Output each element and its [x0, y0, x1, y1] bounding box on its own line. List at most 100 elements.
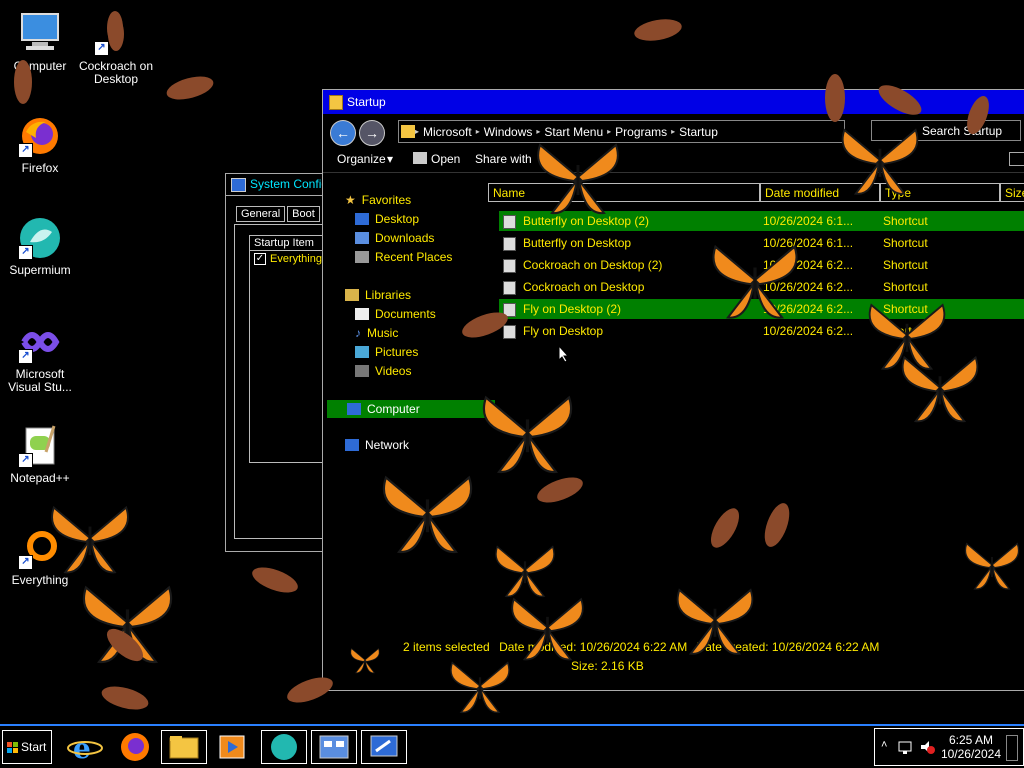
desktop-icon-label: Microsoft Visual Stu... — [8, 367, 72, 394]
computer-icon — [347, 403, 361, 415]
chevron-down-icon: ▾ — [387, 152, 394, 166]
cockroach-icon — [537, 477, 583, 503]
column-size[interactable]: Size — [1000, 183, 1024, 202]
cockroach-icon — [106, 628, 144, 662]
taskbar-control-panel[interactable] — [311, 730, 357, 764]
network-tray-icon[interactable] — [897, 739, 913, 755]
taskbar-firefox[interactable] — [112, 730, 158, 764]
open-button[interactable]: Open — [431, 152, 460, 166]
nav-network[interactable]: Network — [345, 438, 409, 452]
desktop-icon-visual-studio[interactable]: ↗ Microsoft Visual Stu... — [2, 318, 78, 394]
desktop-icon-notepadpp[interactable]: ↗ Notepad++ — [2, 422, 78, 485]
breadcrumb-microsoft[interactable]: Microsoft — [423, 125, 472, 139]
navigation-pane: ★ Favorites Desktop Downloads Recent Plac… — [323, 187, 495, 690]
shortcut-file-icon — [503, 259, 516, 273]
show-hidden-icons-chevron-icon[interactable]: ˄ — [881, 739, 887, 751]
cockroach-icon — [14, 60, 32, 104]
desktop-icon-label: Cockroach on Desktop — [78, 59, 154, 86]
taskbar-media-player[interactable] — [210, 730, 256, 764]
tab-boot[interactable]: Boot — [287, 206, 320, 222]
nav-documents[interactable]: Documents — [355, 307, 436, 321]
share-with-button[interactable]: Share with — [475, 152, 532, 166]
supermium-icon — [271, 734, 297, 760]
taskbar-file-explorer[interactable] — [161, 730, 207, 764]
file-explorer-icon — [169, 736, 199, 759]
shortcut-arrow-icon: ↗ — [18, 143, 33, 158]
butterfly-icon — [901, 355, 979, 423]
file-name: Cockroach on Desktop — [523, 280, 645, 294]
computer-icon — [16, 10, 64, 58]
music-icon: ♪ — [355, 326, 361, 340]
system-configuration-window[interactable]: System Configuration General Boot Startu… — [225, 173, 337, 552]
file-type: Shortcut — [883, 236, 928, 250]
butterfly-icon — [676, 588, 754, 655]
cockroach-icon — [764, 503, 790, 547]
butterfly-icon — [382, 475, 473, 553]
butterfly-icon — [51, 505, 129, 574]
taskbar-system-configuration[interactable] — [361, 730, 407, 764]
clock[interactable]: 6:25 AM 10/26/2024 — [941, 733, 1001, 761]
startup-item-checkbox[interactable]: ✓ — [254, 253, 266, 265]
cockroach-icon — [634, 19, 682, 41]
libraries-icon — [345, 289, 359, 301]
msconfig-icon — [370, 735, 398, 757]
file-type: Shortcut — [883, 214, 928, 228]
shortcut-arrow-icon: ↗ — [18, 349, 33, 364]
file-date: 10/26/2024 6:2... — [763, 324, 854, 338]
tab-general[interactable]: General — [236, 206, 286, 222]
breadcrumb-startup[interactable]: Startup — [679, 125, 718, 139]
nav-libraries[interactable]: Libraries — [345, 288, 411, 302]
sysconfig-titlebar[interactable]: System Configuration — [226, 174, 336, 196]
butterfly-icon — [841, 128, 919, 195]
organize-button[interactable]: Organize — [337, 152, 386, 166]
desktop-icon-label: Notepad++ — [10, 471, 70, 485]
butterfly-icon — [964, 542, 1020, 590]
back-button[interactable]: ← — [330, 120, 356, 146]
nav-desktop[interactable]: Desktop — [355, 212, 419, 226]
nav-computer[interactable]: Computer — [327, 400, 495, 418]
file-name: Cockroach on Desktop (2) — [523, 258, 663, 272]
view-options-icon[interactable] — [1009, 152, 1024, 166]
file-name: Butterfly on Desktop — [523, 236, 632, 250]
nav-downloads[interactable]: Downloads — [355, 231, 434, 245]
file-type: Shortcut — [883, 280, 928, 294]
butterfly-icon — [511, 597, 584, 661]
butterfly-icon — [712, 244, 798, 319]
chevron-right-icon: ▸ — [671, 127, 676, 136]
cockroach-icon — [252, 567, 298, 593]
open-icon — [413, 152, 427, 164]
cockroach-icon — [462, 312, 508, 338]
cockroach-icon — [166, 76, 214, 100]
media-player-icon — [219, 735, 245, 759]
cockroach-icon — [967, 95, 989, 135]
folder-icon — [401, 125, 415, 138]
documents-icon — [355, 308, 369, 320]
breadcrumb-windows[interactable]: Windows — [484, 125, 533, 139]
desktop-icon-label: Supermium — [9, 263, 71, 277]
nav-pictures[interactable]: Pictures — [355, 345, 418, 359]
taskbar-internet-explorer[interactable]: e — [62, 730, 108, 765]
nav-videos[interactable]: Videos — [355, 364, 411, 378]
svg-text:e: e — [73, 732, 91, 764]
shortcut-file-icon — [503, 215, 516, 229]
show-desktop-button[interactable] — [1006, 735, 1018, 761]
desktop-icon-supermium[interactable]: ↗ Supermium — [2, 214, 78, 277]
folder-icon — [329, 95, 343, 110]
nav-music[interactable]: ♪ Music — [355, 326, 398, 340]
desktop-icon-firefox[interactable]: ↗ Firefox — [2, 112, 78, 175]
visual-studio-icon: ↗ — [16, 318, 64, 366]
startup-item-label: Everything — [270, 253, 322, 265]
file-type: Shortcut — [883, 258, 928, 272]
shortcut-arrow-icon: ↗ — [18, 453, 33, 468]
nav-recent-places[interactable]: Recent Places — [355, 250, 452, 264]
firefox-icon — [121, 733, 149, 761]
nav-favorites[interactable]: ★ Favorites — [345, 193, 411, 207]
volume-muted-icon[interactable] — [919, 739, 935, 755]
start-button[interactable]: Start — [2, 730, 52, 764]
forward-button[interactable]: → — [359, 120, 385, 146]
taskbar-supermium[interactable] — [261, 730, 307, 764]
shortcut-file-icon — [503, 281, 516, 295]
recent-places-icon — [355, 251, 369, 263]
shortcut-arrow-icon: ↗ — [18, 245, 33, 260]
taskbar: Start e ˄ 6:25 AM 10/26/2024 — [0, 724, 1024, 768]
